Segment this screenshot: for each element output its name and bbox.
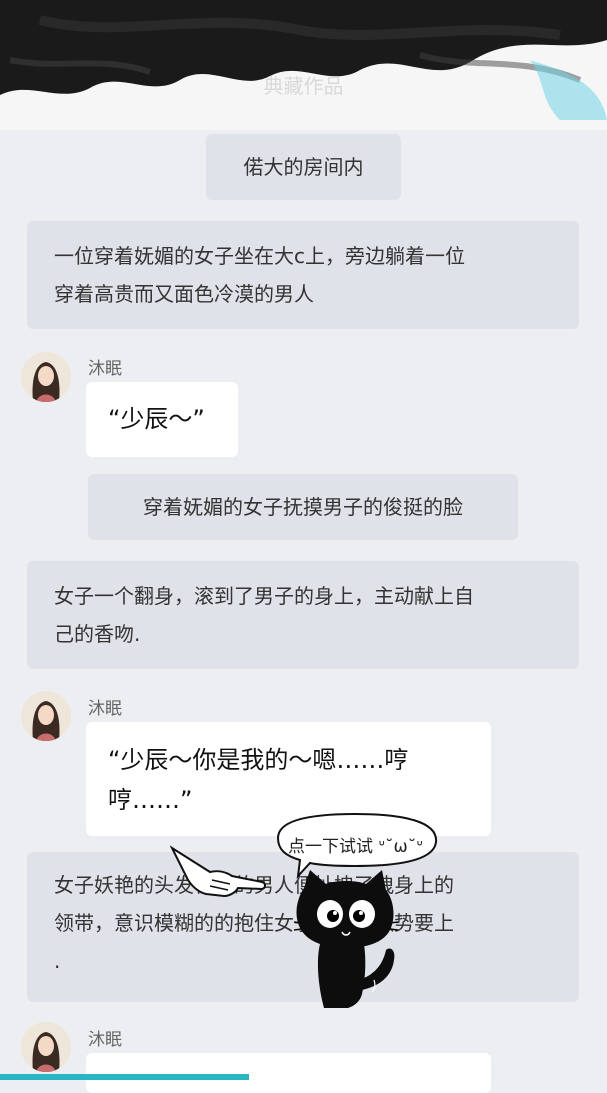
girl-portrait-icon: [21, 352, 71, 402]
tap-hint-overlay[interactable]: 点一下试试 ᐡ˘ω˘ᐡ: [169, 810, 440, 1020]
action-text: 穿着妩媚的女子抚摸男子的俊挺的脸: [143, 495, 463, 519]
narration-card: 女子一个翻身，滚到了男子的身上，主动献上自 己的香吻.: [27, 561, 579, 669]
avatar[interactable]: [21, 352, 71, 402]
speaker-name: 沐眠: [88, 699, 122, 719]
girl-portrait-icon: [21, 691, 71, 741]
girl-portrait-icon: [21, 1022, 71, 1072]
dialogue-bubble: [86, 1053, 491, 1093]
pointing-hand-icon: [169, 845, 266, 898]
speaker-name: 沐眠: [88, 1030, 122, 1050]
narration-line: 女子一个翻身，滚到了男子的身上，主动献上自: [54, 584, 474, 608]
avatar[interactable]: [21, 691, 71, 741]
ink-brush-decoration: [0, 0, 607, 120]
action-card: 穿着妩媚的女子抚摸男子的俊挺的脸: [88, 474, 518, 540]
narration-line: 己的香吻.: [54, 622, 141, 646]
dialogue-bubble: “少辰～”: [86, 382, 238, 457]
tap-hint-text: 点一下试试 ᐡ˘ω˘ᐡ: [288, 837, 423, 857]
dialogue-text: “少辰～”: [108, 405, 205, 433]
narration-line: 一位穿着妩媚的女子坐在大c上，旁边躺着一位: [54, 244, 465, 268]
scene-title: 偌大的房间内: [206, 134, 401, 200]
black-cat-icon: [293, 870, 399, 1008]
header-title: 典藏作品: [263, 74, 344, 98]
dialogue-line: “少辰～你是我的～嗯……哼: [108, 746, 409, 774]
reading-progress-bar: [0, 1074, 249, 1080]
narration-card: 一位穿着妩媚的女子坐在大c上，旁边躺着一位 穿着高贵而又面色冷漠的男人: [27, 221, 579, 329]
scene-title-text: 偌大的房间内: [243, 155, 364, 179]
narration-line: 穿着高贵而又面色冷漠的男人: [54, 282, 314, 306]
ink-header: 典藏作品: [0, 0, 607, 130]
avatar[interactable]: [21, 1022, 71, 1072]
speaker-name: 沐眠: [88, 359, 122, 379]
